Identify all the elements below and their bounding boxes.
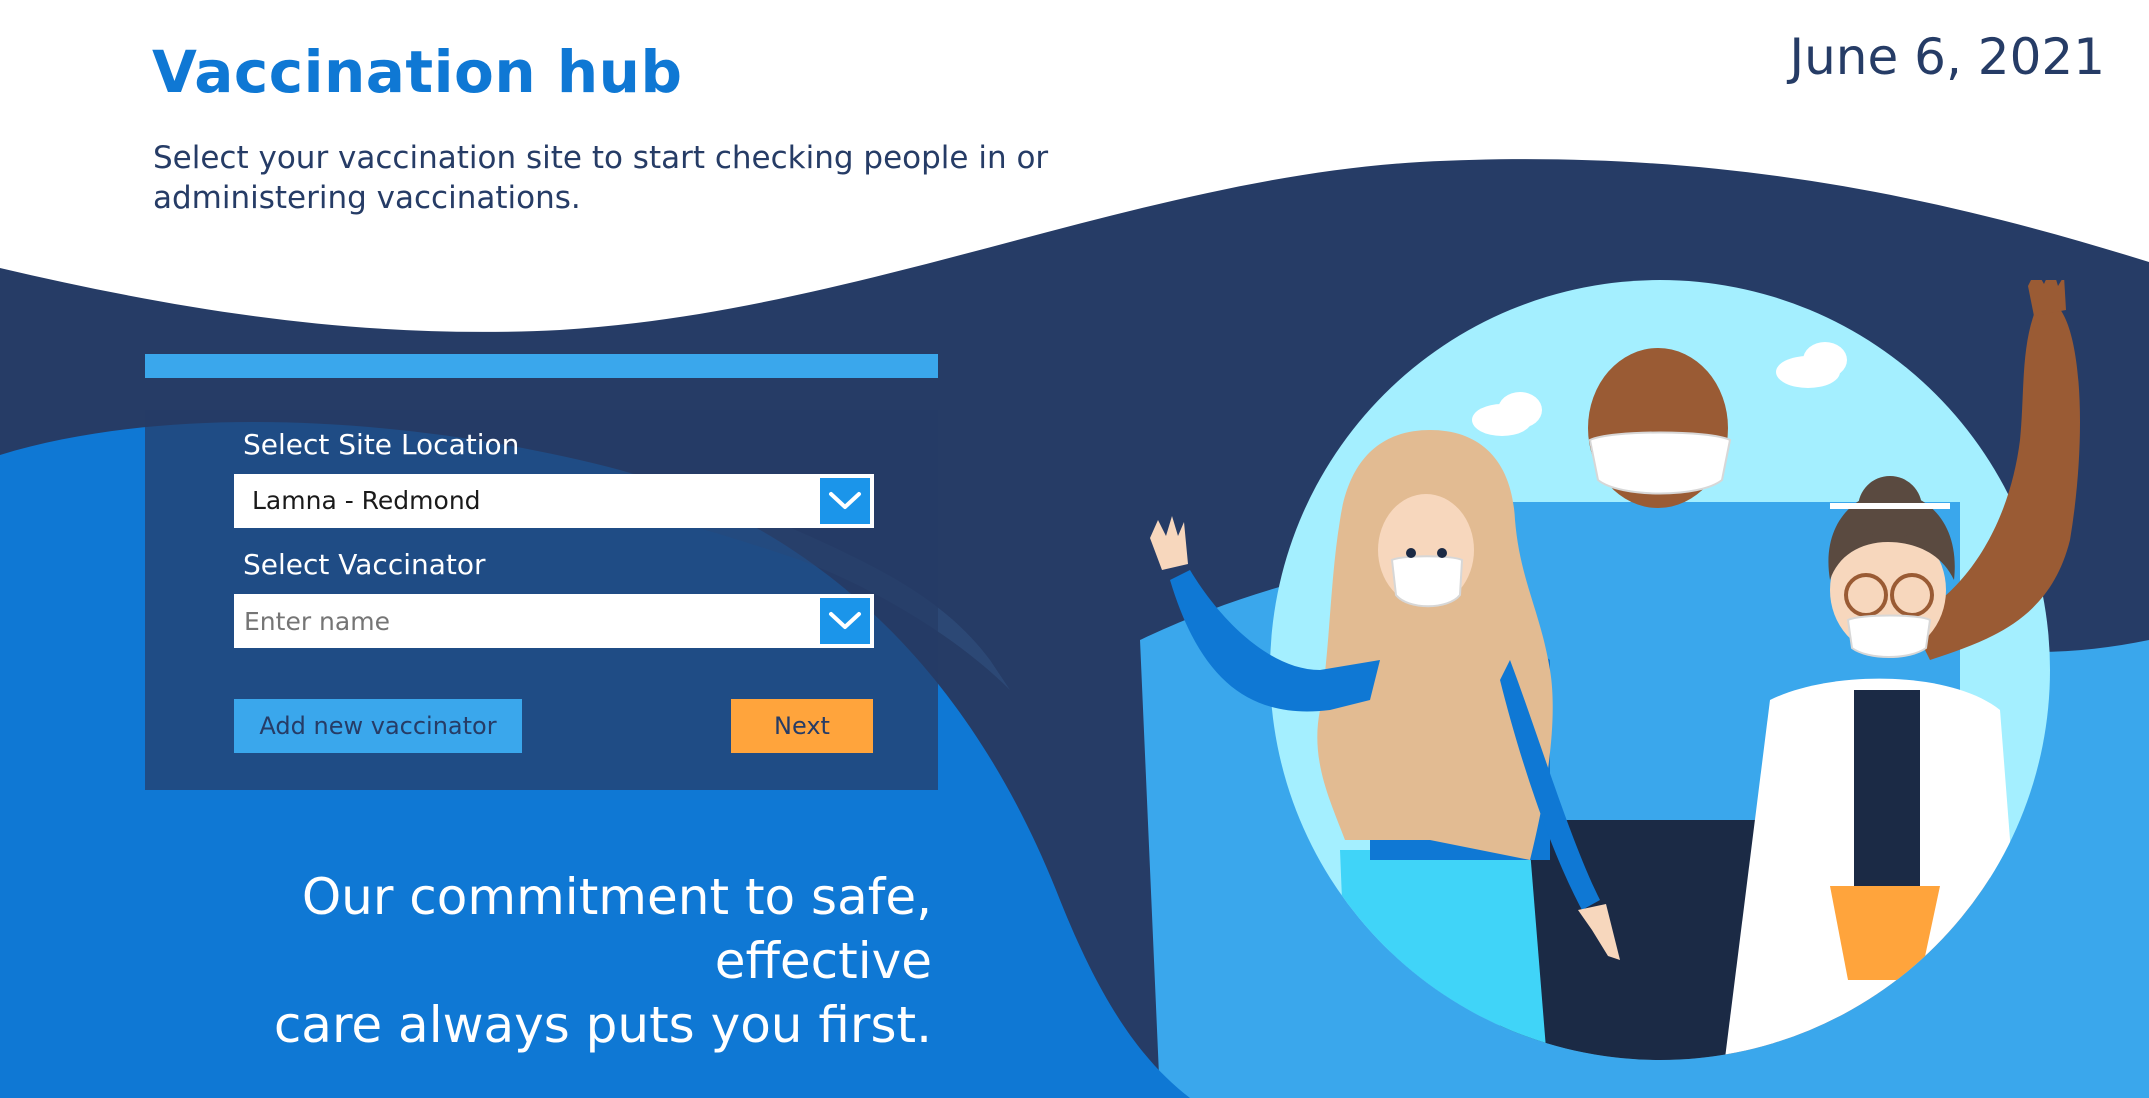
- next-button[interactable]: Next: [731, 699, 873, 753]
- vaccinator-name-input[interactable]: [244, 607, 804, 636]
- chevron-down-icon: [829, 612, 861, 629]
- tagline-line-1: Our commitment to safe, effective: [301, 868, 932, 990]
- site-location-value: Lamna - Redmond: [252, 486, 481, 515]
- tagline-line-2: care always puts you first.: [273, 996, 932, 1054]
- page-title: Vaccination hub: [152, 38, 683, 106]
- site-location-select[interactable]: Lamna - Redmond: [234, 474, 874, 528]
- site-location-dropdown-button[interactable]: [820, 478, 870, 524]
- vaccinator-combobox[interactable]: [234, 594, 874, 648]
- vaccinator-dropdown-button[interactable]: [820, 598, 870, 644]
- illustration-people-masks: [1150, 280, 2080, 1060]
- site-location-label: Select Site Location: [243, 428, 520, 461]
- chevron-down-icon: [829, 492, 861, 509]
- vaccinator-label: Select Vaccinator: [243, 548, 486, 581]
- card-accent-bar: [145, 354, 938, 378]
- page-subtitle: Select your vaccination site to start ch…: [153, 140, 1049, 216]
- current-date: June 6, 2021: [1789, 28, 2105, 86]
- add-new-vaccinator-button[interactable]: Add new vaccinator: [234, 699, 522, 753]
- tagline: Our commitment to safe, effective care a…: [120, 865, 932, 1057]
